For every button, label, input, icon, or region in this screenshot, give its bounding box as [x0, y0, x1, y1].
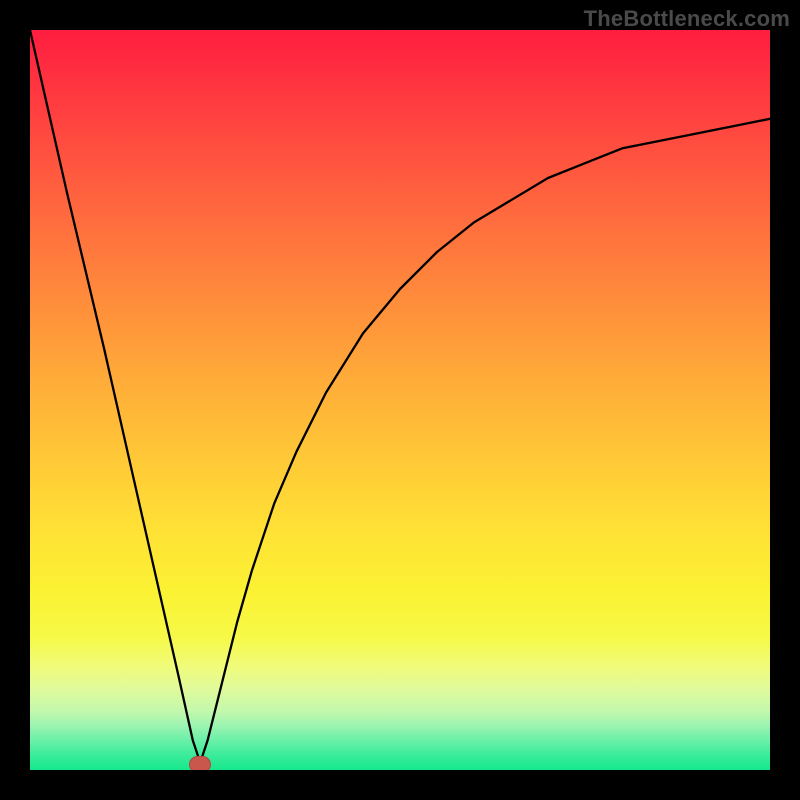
bottleneck-curve [30, 30, 770, 763]
plot-area [30, 30, 770, 770]
watermark-text: TheBottleneck.com [584, 6, 790, 32]
curve-layer [30, 30, 770, 770]
minimum-marker [189, 756, 211, 770]
chart-container: TheBottleneck.com [0, 0, 800, 800]
